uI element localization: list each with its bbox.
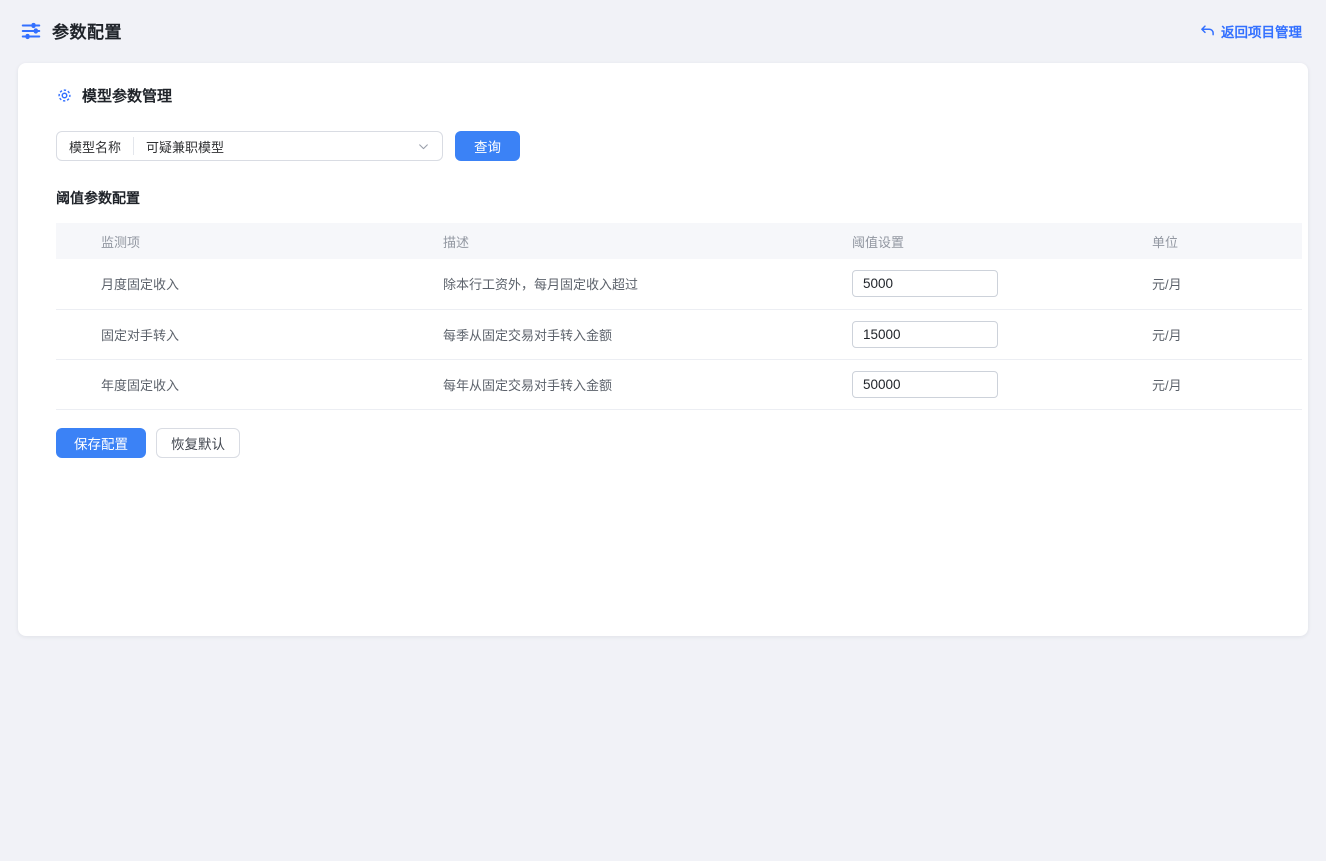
table-row: 固定对手转入 每季从固定交易对手转入金额 元/月	[56, 309, 1302, 359]
cell-unit: 元/月	[1152, 359, 1302, 409]
model-query-form: 模型名称 可疑兼职模型 查询	[56, 131, 1284, 161]
model-name-value: 可疑兼职模型	[134, 137, 417, 156]
col-header-unit: 单位	[1152, 223, 1302, 259]
model-name-select[interactable]: 模型名称 可疑兼职模型	[56, 131, 443, 161]
col-header-desc: 描述	[443, 223, 852, 259]
threshold-input[interactable]	[852, 321, 998, 348]
table-row: 月度固定收入 除本行工资外，每月固定收入超过 元/月	[56, 259, 1302, 309]
threshold-input[interactable]	[852, 371, 998, 398]
chevron-down-icon	[417, 140, 430, 153]
back-link-label: 返回项目管理	[1221, 21, 1302, 41]
table-header-row: 监测项 描述 阈值设置 单位	[56, 223, 1302, 259]
threshold-table: 监测项 描述 阈值设置 单位 月度固定收入 除本行工资外，每月固定收入超过 元/…	[56, 223, 1302, 410]
restore-default-button[interactable]: 恢复默认	[156, 428, 240, 458]
action-buttons: 保存配置 恢复默认	[56, 428, 1284, 458]
cell-unit: 元/月	[1152, 309, 1302, 359]
cell-threshold	[852, 359, 1152, 409]
gear-icon	[56, 87, 73, 104]
model-name-label: 模型名称	[57, 137, 133, 156]
col-header-item: 监测项	[56, 223, 443, 259]
table-row: 年度固定收入 每年从固定交易对手转入金额 元/月	[56, 359, 1302, 409]
cell-item: 月度固定收入	[56, 259, 443, 309]
card-title: 模型参数管理	[82, 85, 172, 106]
threshold-section-title: 阈值参数配置	[56, 188, 1284, 208]
cell-desc: 每年从固定交易对手转入金额	[443, 359, 852, 409]
card-title-row: 模型参数管理	[56, 85, 1284, 106]
model-parameter-card: 模型参数管理 模型名称 可疑兼职模型 查询 阈值参数配置 监测项 描述 阈值设置…	[18, 63, 1308, 636]
undo-arrow-icon	[1200, 23, 1215, 38]
cell-desc: 每季从固定交易对手转入金额	[443, 309, 852, 359]
cell-threshold	[852, 309, 1152, 359]
query-button[interactable]: 查询	[455, 131, 520, 161]
col-header-threshold: 阈值设置	[852, 223, 1152, 259]
cell-desc: 除本行工资外，每月固定收入超过	[443, 259, 852, 309]
top-bar: 参数配置 返回项目管理	[0, 0, 1326, 57]
cell-item: 年度固定收入	[56, 359, 443, 409]
cell-item: 固定对手转入	[56, 309, 443, 359]
threshold-input[interactable]	[852, 270, 998, 297]
save-config-button[interactable]: 保存配置	[56, 428, 146, 458]
cell-unit: 元/月	[1152, 259, 1302, 309]
sliders-icon	[20, 20, 42, 42]
cell-threshold	[852, 259, 1152, 309]
page-title-group: 参数配置	[20, 18, 122, 43]
page-title: 参数配置	[52, 18, 122, 43]
back-to-projects-link[interactable]: 返回项目管理	[1200, 21, 1302, 41]
